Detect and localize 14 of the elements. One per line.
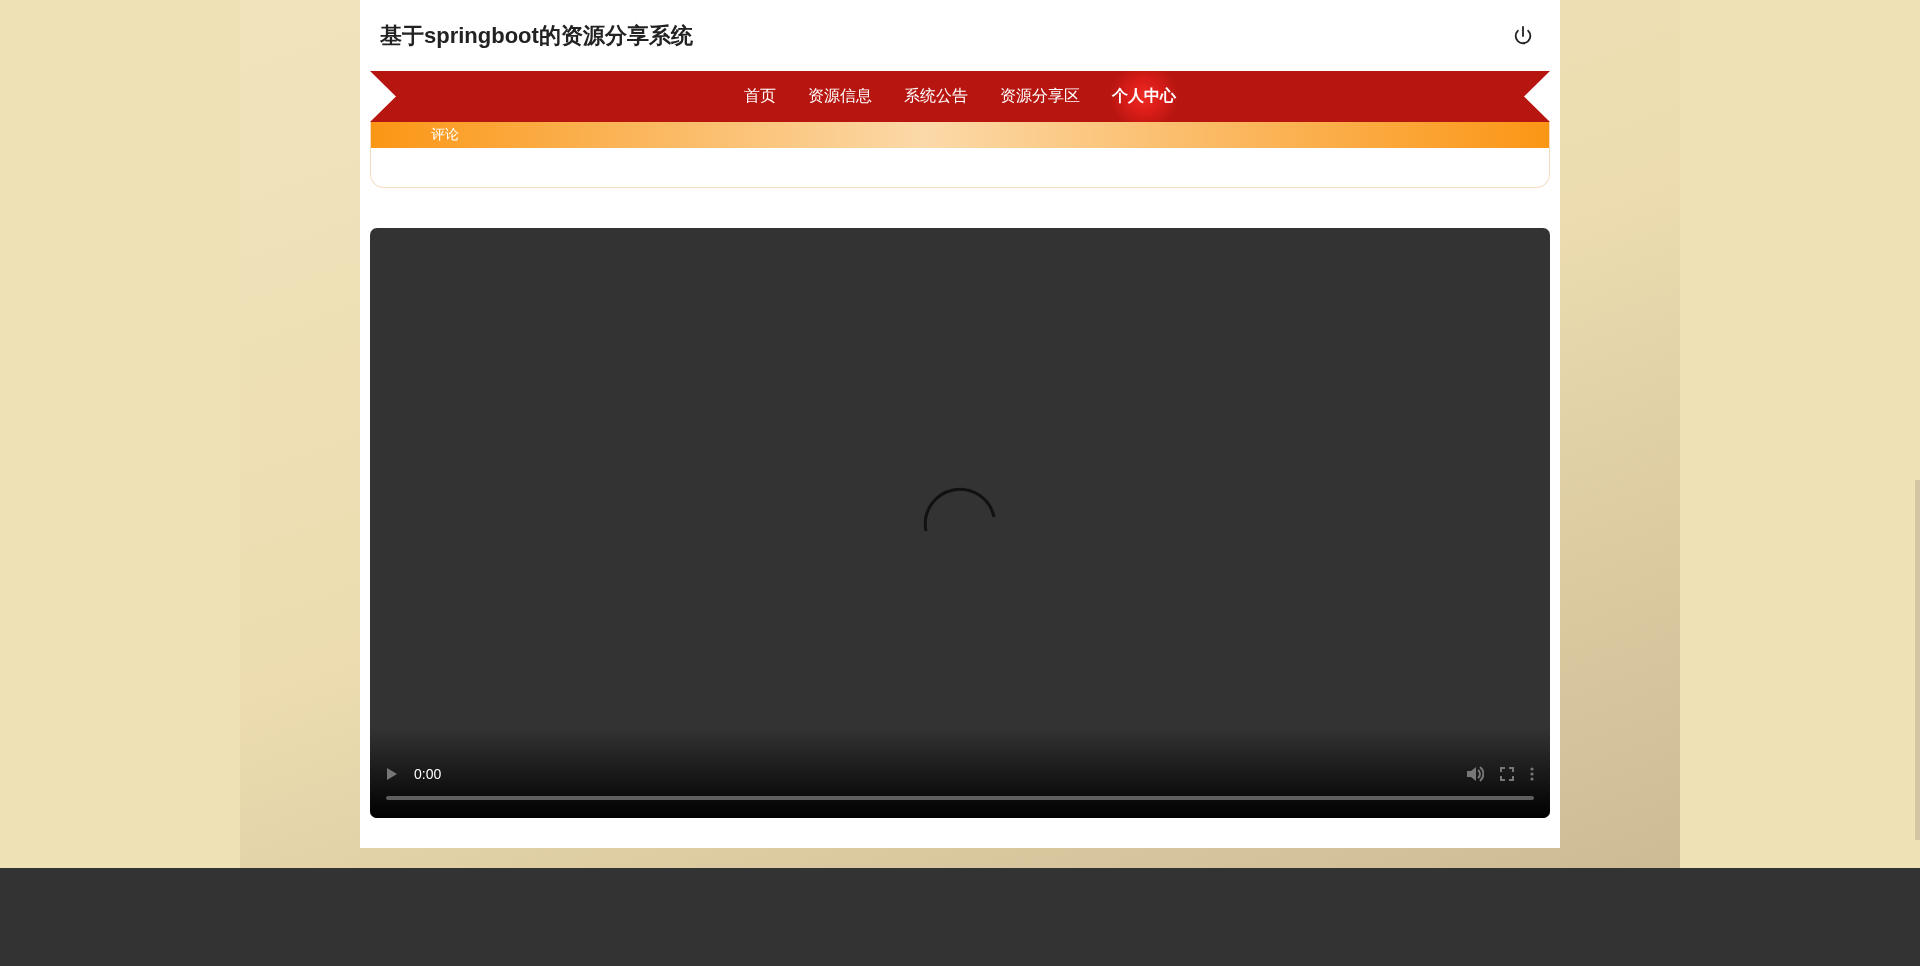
progress-track[interactable]: [386, 796, 1534, 800]
scrollbar[interactable]: [1915, 480, 1920, 840]
site-title: 基于springboot的资源分享系统: [380, 21, 693, 50]
video-time: 0:00: [414, 766, 443, 782]
more-options-icon[interactable]: [1530, 767, 1534, 781]
comment-label: 评论: [431, 126, 459, 144]
nav-tab[interactable]: 资源信息: [792, 71, 888, 122]
volume-icon[interactable]: [1466, 766, 1484, 782]
nav-tab[interactable]: 资源分享区: [984, 71, 1096, 122]
power-icon[interactable]: [1512, 24, 1534, 47]
nav-tab[interactable]: 系统公告: [888, 71, 984, 122]
nav-tab[interactable]: 首页: [728, 71, 792, 122]
fullscreen-icon[interactable]: [1500, 767, 1514, 781]
play-icon[interactable]: [386, 767, 398, 781]
